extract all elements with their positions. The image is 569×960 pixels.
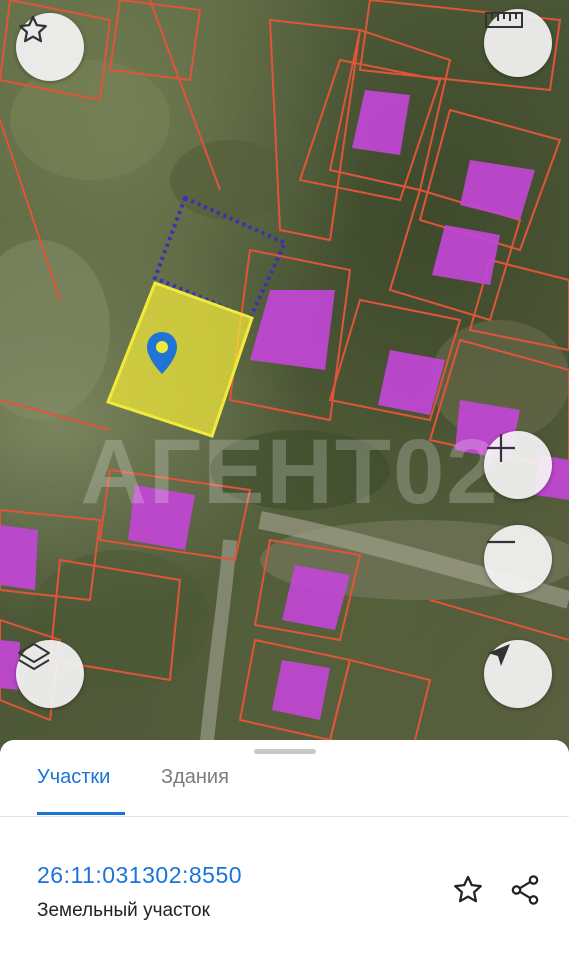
- cadastral-number[interactable]: 26:11:031302:8550: [37, 862, 242, 889]
- share-button[interactable]: [505, 870, 545, 910]
- zoom-in-button[interactable]: [484, 431, 552, 499]
- share-icon: [511, 875, 539, 905]
- selected-parcel[interactable]: [106, 281, 254, 438]
- zoom-out-button[interactable]: [484, 525, 552, 593]
- locate-me-button[interactable]: [484, 640, 552, 708]
- layers-button[interactable]: [16, 640, 84, 708]
- layers-icon: [18, 643, 50, 670]
- plus-icon: [487, 434, 515, 462]
- active-tab-indicator: [37, 812, 125, 815]
- minus-icon: [487, 540, 515, 544]
- tab-parcels[interactable]: Участки: [37, 766, 110, 789]
- ruler-button[interactable]: [484, 9, 552, 77]
- star-outline-icon: [454, 875, 482, 903]
- navigation-arrow-icon: [488, 644, 510, 666]
- ruler-icon: [485, 12, 523, 28]
- bottom-sheet: Участки Здания 26:11:031302:8550 Земельн…: [0, 740, 569, 960]
- parcel-type-label: Земельный участок: [37, 900, 210, 921]
- map-view[interactable]: АГЕНТ02: [0, 0, 569, 760]
- tab-bar: Участки Здания: [0, 740, 569, 817]
- favorite-parcel-button[interactable]: [448, 870, 488, 910]
- tab-buildings[interactable]: Здания: [161, 766, 229, 789]
- favorite-map-button[interactable]: [16, 13, 84, 81]
- star-outline-icon: [19, 15, 47, 43]
